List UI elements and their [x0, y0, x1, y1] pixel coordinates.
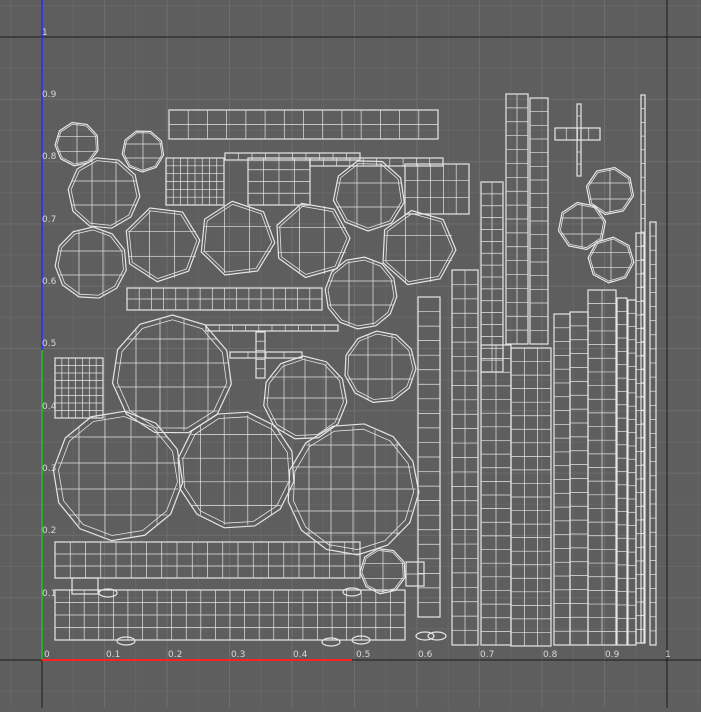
uv-canvas[interactable]: 0 0.1 0.2 0.3 0.4 0.5 0.6 0.7 0.8 0.9 1 … — [0, 0, 701, 708]
u-tick-label: 1 — [665, 650, 671, 660]
v-tick-label: 0.4 — [42, 402, 57, 412]
v-tick-label: 0.9 — [42, 90, 57, 100]
uv-shell-strip[interactable] — [54, 541, 361, 579]
u-tick-label: 0.6 — [418, 650, 433, 660]
v-tick-label: 1 — [42, 28, 48, 38]
u-tick-label: 0.7 — [480, 650, 494, 660]
v-tick-label: 0.7 — [42, 215, 56, 225]
v-tick-label: 0.5 — [42, 339, 56, 349]
origin-label: 0 — [44, 650, 50, 660]
u-tick-label: 0.5 — [356, 650, 370, 660]
u-tick-label: 0.9 — [605, 650, 620, 660]
uv-editor-viewport[interactable]: 0 0.1 0.2 0.3 0.4 0.5 0.6 0.7 0.8 0.9 1 … — [0, 0, 701, 708]
v-tick-label: 0.1 — [42, 589, 56, 599]
uv-shell-strip[interactable] — [640, 94, 646, 644]
v-tick-label: 0.6 — [42, 277, 57, 287]
v-tick-label: 0.2 — [42, 526, 56, 536]
v-tick-label: 0.8 — [42, 152, 57, 162]
u-tick-label: 0.4 — [293, 650, 308, 660]
u-tick-label: 0.2 — [168, 650, 182, 660]
u-tick-label: 0.3 — [231, 650, 245, 660]
v-tick-label: 0.3 — [42, 464, 56, 474]
u-tick-label: 0.8 — [543, 650, 558, 660]
u-tick-label: 0.1 — [106, 650, 120, 660]
